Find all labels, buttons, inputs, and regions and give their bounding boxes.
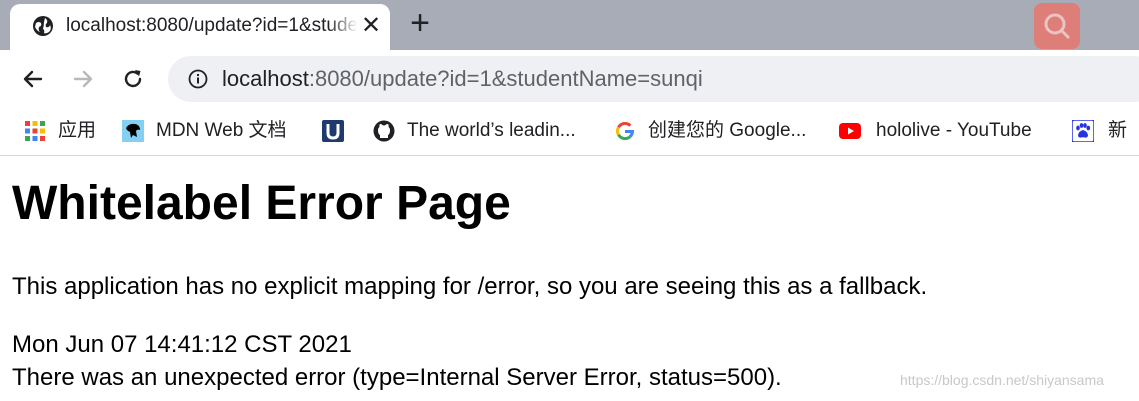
error-explanation: This application has no explicit mapping…: [12, 273, 928, 300]
bookmark-u[interactable]: [322, 118, 344, 144]
back-button[interactable]: [16, 62, 50, 96]
error-detail: There was an unexpected error (type=Inte…: [12, 364, 782, 391]
tab-title: localhost:8080/update?id=1&studentName=s…: [66, 15, 356, 36]
url-host: localhost: [222, 66, 309, 91]
bookmark-label: 创建您的 Google...: [648, 120, 807, 141]
page-title: Whitelabel Error Page: [12, 177, 511, 230]
url-text[interactable]: localhost:8080/update?id=1&studentName=s…: [222, 66, 703, 92]
bookmark-youtube[interactable]: hololive - YouTube: [839, 118, 1032, 144]
bookmark-google[interactable]: 创建您的 Google...: [614, 118, 806, 144]
mdn-icon: [122, 120, 144, 142]
error-timestamp: Mon Jun 07 14:41:12 CST 2021: [12, 331, 352, 358]
baidu-paw-icon: [1072, 120, 1094, 142]
arrow-right-icon: [73, 70, 93, 88]
bookmark-label: 新: [1108, 120, 1128, 141]
bookmark-label: The world’s leadin...: [407, 120, 576, 141]
watermark: https://blog.csdn.net/shiyansama: [900, 372, 1104, 388]
close-tab-button[interactable]: ✕: [357, 12, 385, 40]
search-icon: [1044, 13, 1071, 40]
url-path: :8080/update?id=1&studentName=sunqi: [308, 66, 703, 91]
bookmark-apps[interactable]: 应用: [24, 118, 96, 144]
bookmark-github[interactable]: The world’s leadin...: [373, 118, 576, 144]
tab-title-fade: [328, 10, 358, 42]
bookmarks-bar: 应用 MDN Web 文档 The world’s leadin... 创建您的…: [0, 108, 1139, 156]
arrow-left-icon: [23, 70, 43, 88]
address-bar[interactable]: localhost:8080/update?id=1&studentName=s…: [168, 56, 1139, 102]
apps-grid-icon: [25, 121, 45, 141]
active-tab[interactable]: localhost:8080/update?id=1&studentName=s…: [10, 4, 390, 50]
bookmark-label: MDN Web 文档: [156, 120, 287, 141]
google-icon: [615, 121, 635, 141]
u-bookmark-icon: [322, 120, 344, 142]
extension-search-icon[interactable]: [1034, 3, 1080, 49]
bookmark-label: hololive - YouTube: [876, 120, 1032, 141]
bookmark-baidu[interactable]: 新: [1072, 118, 1127, 144]
globe-icon: [33, 16, 53, 36]
browser-toolbar: localhost:8080/update?id=1&studentName=s…: [0, 50, 1139, 108]
reload-button[interactable]: [116, 62, 150, 96]
new-tab-button[interactable]: +: [402, 6, 438, 42]
info-icon[interactable]: [188, 69, 208, 89]
reload-icon: [124, 70, 142, 88]
tab-strip: localhost:8080/update?id=1&studentName=s…: [0, 0, 1139, 50]
youtube-icon: [839, 123, 861, 139]
forward-button[interactable]: [66, 62, 100, 96]
github-icon: [373, 120, 395, 142]
bookmark-label: 应用: [58, 120, 97, 141]
bookmark-mdn[interactable]: MDN Web 文档: [122, 118, 287, 144]
